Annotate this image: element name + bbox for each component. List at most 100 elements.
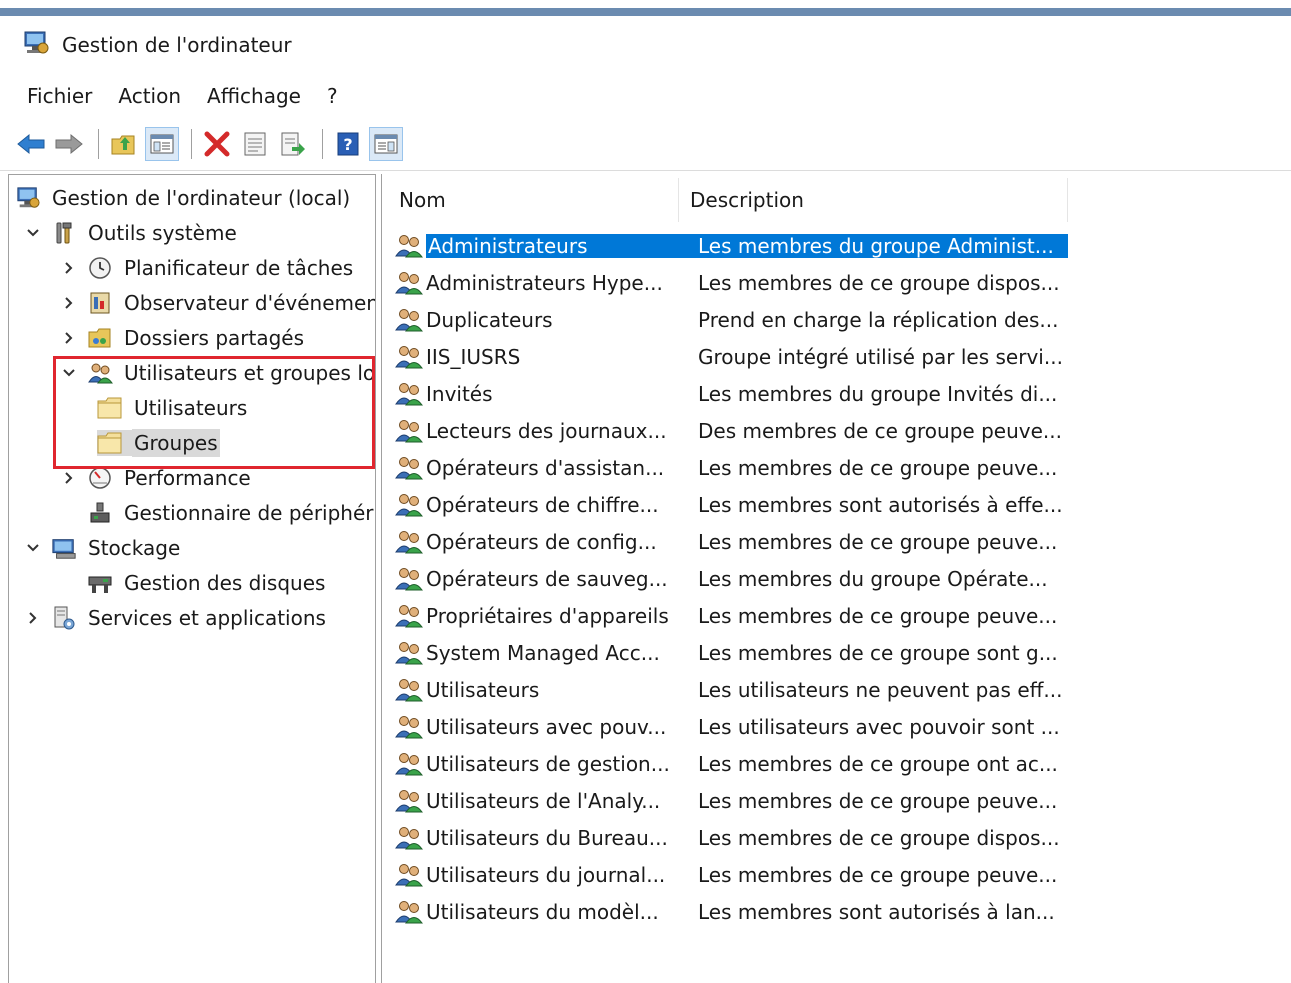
group-icon [394, 860, 424, 890]
forward-button[interactable] [52, 127, 86, 161]
table-row[interactable]: Lecteurs des journaux... Des membres de c… [394, 414, 1068, 448]
table-row[interactable]: IIS_IUSRS Groupe intégré utilisé par les … [394, 340, 1068, 374]
services-icon [51, 605, 77, 631]
table-row[interactable]: Utilisateurs du Bureau... Les membres de … [394, 821, 1068, 855]
group-icon [394, 638, 424, 668]
table-row[interactable]: Opérateurs de chiffre... Les membres sont… [394, 488, 1068, 522]
window-accent-strip [0, 8, 1291, 16]
delete-button[interactable] [200, 127, 234, 161]
group-name: Utilisateurs [426, 678, 540, 702]
tree-item-planificateur[interactable]: Planificateur de tâches [59, 251, 355, 285]
results-list: Nom Description Administrateurs Les membr… [381, 174, 1291, 983]
group-description: Les membres du groupe Opérate... [698, 567, 1048, 591]
table-row[interactable]: Propriétaires d'appareils Les membres de … [394, 599, 1068, 633]
tree-item-services-applications[interactable]: Services et applications [23, 601, 328, 635]
table-row[interactable]: Duplicateurs Prend en charge la réplicati… [394, 303, 1068, 337]
group-description: Les membres de ce groupe peuve... [698, 863, 1058, 887]
clock-icon [87, 255, 113, 281]
chevron-down-icon[interactable] [23, 538, 43, 558]
group-description: Les membres de ce groupe dispos... [698, 826, 1060, 850]
export-icon [281, 132, 305, 156]
group-icon [394, 749, 424, 779]
table-row[interactable]: Opérateurs de config... Les membres de ce… [394, 525, 1068, 559]
group-name: Lecteurs des journaux... [426, 419, 667, 443]
group-name: Duplicateurs [426, 308, 553, 332]
toolbar-separator [191, 129, 192, 159]
group-icon [394, 527, 424, 557]
tree-item-outils-systeme[interactable]: Outils système [23, 216, 239, 250]
toolbar-divider [0, 170, 1291, 171]
table-row[interactable]: Invités Les membres du groupe Invités di.… [394, 377, 1068, 411]
group-name: Utilisateurs du modèl... [426, 900, 659, 924]
tree-item-label: Services et applications [88, 606, 326, 630]
table-row[interactable]: Utilisateurs du journal... Les membres de… [394, 858, 1068, 892]
table-row[interactable]: Utilisateurs de gestion... Les membres de… [394, 747, 1068, 781]
chevron-right-icon[interactable] [59, 468, 79, 488]
group-description: Les membres sont autorisés à lan... [698, 900, 1055, 924]
list-header: Nom Description [382, 178, 1068, 222]
tree-item-gestionnaire-peripheriques[interactable]: Gestionnaire de périphériques [87, 496, 375, 530]
computer-management-icon [15, 185, 41, 211]
tree-item-label: Gestion des disques [124, 571, 326, 595]
tree-pane-icon [150, 134, 174, 154]
tree-item-dossiers-partages[interactable]: Dossiers partagés [59, 321, 306, 355]
back-button[interactable] [14, 127, 48, 161]
table-row[interactable]: Utilisateurs de l'Analy... Les membres de… [394, 784, 1068, 818]
up-folder-button[interactable] [107, 127, 141, 161]
export-list-button[interactable] [276, 127, 310, 161]
group-icon [394, 564, 424, 594]
toolbar: ? [0, 122, 1291, 166]
show-hide-tree-button[interactable] [145, 127, 179, 161]
group-icon [394, 897, 424, 927]
group-icon [394, 416, 424, 446]
table-row[interactable]: Utilisateurs avec pouv... Les utilisateur… [394, 710, 1068, 744]
help-button[interactable]: ? [331, 127, 365, 161]
chevron-right-icon[interactable] [59, 328, 79, 348]
group-name: Administrateurs Hype... [426, 271, 663, 295]
column-header-nom[interactable]: Nom [382, 178, 679, 222]
group-icon [394, 453, 424, 483]
properties-button[interactable] [238, 127, 272, 161]
chevron-right-icon[interactable] [23, 608, 43, 628]
tree-item-label: Observateur d'événements [124, 291, 376, 315]
group-icon [394, 268, 424, 298]
folder-up-icon [111, 135, 135, 155]
column-header-description[interactable]: Description [679, 178, 1068, 222]
window-title: Gestion de l'ordinateur [62, 33, 292, 57]
group-icon [394, 379, 424, 409]
menu-fichier[interactable]: Fichier [14, 80, 105, 112]
tree-item-gestion-disques[interactable]: Gestion des disques [87, 566, 327, 600]
group-name: Utilisateurs de gestion... [426, 752, 670, 776]
group-description: Les membres de ce groupe peuve... [698, 456, 1058, 480]
chevron-down-icon[interactable] [23, 223, 43, 243]
table-row[interactable]: System Managed Acc... Les membres de ce g… [394, 636, 1068, 670]
tree-item-observateur[interactable]: Observateur d'événements [59, 286, 376, 320]
tree-item-stockage[interactable]: Stockage [23, 531, 182, 565]
table-row[interactable]: Utilisateurs du modèl... Les membres sont… [394, 895, 1068, 929]
help-icon: ? [337, 132, 359, 156]
table-row[interactable]: Opérateurs d'assistan... Les membres de c… [394, 451, 1068, 485]
group-description: Les membres sont autorisés à effe... [698, 493, 1063, 517]
group-description: Les membres du groupe Invités di... [698, 382, 1058, 406]
group-icon [394, 823, 424, 853]
group-description: Groupe intégré utilisé par les servi... [698, 345, 1063, 369]
table-row[interactable]: Utilisateurs Les utilisateurs ne peuvent … [394, 673, 1068, 707]
group-name: Administrateurs [426, 234, 688, 258]
menu-action[interactable]: Action [105, 80, 194, 112]
menu-affichage[interactable]: Affichage [194, 80, 314, 112]
group-description: Des membres de ce groupe peuve... [698, 419, 1062, 443]
table-row[interactable]: Administrateurs Les membres du groupe Adm… [394, 229, 1068, 263]
tree-item-label: Dossiers partagés [124, 326, 305, 350]
show-action-pane-button[interactable] [369, 127, 403, 161]
group-name: System Managed Acc... [426, 641, 660, 665]
group-icon [394, 712, 424, 742]
tree-item-computer-management[interactable]: Gestion de l'ordinateur (local) [15, 181, 352, 215]
group-name: Opérateurs de config... [426, 530, 657, 554]
chevron-right-icon[interactable] [59, 258, 79, 278]
tree-item-label: Planificateur de tâches [124, 256, 354, 280]
table-row[interactable]: Administrateurs Hype... Les membres de ce… [394, 266, 1068, 300]
table-row[interactable]: Opérateurs de sauveg... Les membres du gr… [394, 562, 1068, 596]
group-description: Les membres de ce groupe sont g... [698, 641, 1058, 665]
chevron-right-icon[interactable] [59, 293, 79, 313]
menu-help[interactable]: ? [314, 80, 351, 112]
